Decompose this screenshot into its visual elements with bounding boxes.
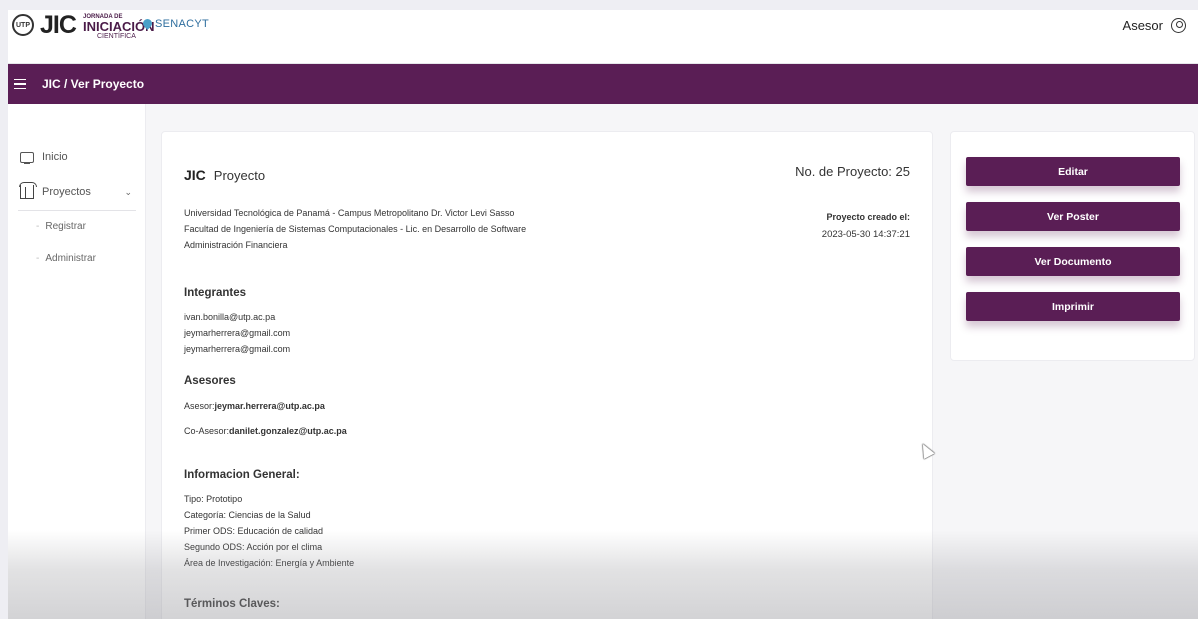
project-university: Universidad Tecnológica de Panamá - Camp… — [184, 208, 515, 218]
sidebar-subitem-administrar[interactable]: Administrar — [36, 253, 96, 264]
info-area: Área de Investigación: Energía y Ambient… — [184, 558, 355, 568]
info-categoria: Categoría: Ciencias de la Salud — [184, 510, 311, 520]
senacyt-text: SENACYT — [155, 18, 210, 30]
view-poster-button[interactable]: Ver Poster — [966, 202, 1180, 231]
sidebar-item-inicio[interactable]: Inicio — [8, 144, 146, 170]
sidebar-item-proyectos[interactable]: Proyectos ⌄ — [8, 179, 146, 205]
coasesor-email: danilet.gonzalez@utp.ac.pa — [229, 426, 347, 436]
coasesor-label: Co-Asesor: — [184, 426, 230, 436]
menu-icon[interactable] — [14, 79, 26, 89]
asesor-email: jeymar.herrera@utp.ac.pa — [214, 401, 325, 411]
project-name: Administración Financiera — [184, 240, 288, 250]
monitor-icon — [20, 151, 34, 164]
integrante-email: jeymarherrera@gmail.com — [184, 328, 291, 338]
project-heading: JIC Proyecto — [184, 167, 265, 183]
coasesor-line: Co-Asesor:danilet.gonzalez@utp.ac.pa — [184, 423, 347, 439]
integrantes-list: ivan.bonilla@utp.ac.pa jeymarherrera@gma… — [184, 309, 290, 357]
info-title: Informacion General: — [184, 469, 300, 481]
keywords-title: Términos Claves: — [184, 598, 280, 610]
top-header: UTP JIC JORNADA DE INICIACIÓN CIENTÍFICA… — [8, 10, 1198, 64]
utp-seal-logo: UTP — [12, 14, 34, 36]
created-date: 2023-05-30 14:37:21 — [821, 229, 910, 240]
info-list: Tipo: Prototipo Categoría: Ciencias de l… — [184, 491, 354, 571]
asesor-line: Asesor:jeymar.herrera@utp.ac.pa — [184, 398, 325, 414]
jic-label: JIC — [184, 167, 206, 183]
sidebar-subitem-registrar[interactable]: Registrar — [36, 221, 86, 232]
view-document-button[interactable]: Ver Documento — [966, 247, 1180, 276]
sidebar-item-label: Inicio — [42, 151, 68, 163]
project-number: No. de Proyecto: 25 — [795, 164, 910, 179]
project-info-lines: Universidad Tecnológica de Panamá - Camp… — [184, 205, 526, 253]
senacyt-logo: SENACYT — [141, 17, 210, 30]
sidebar: Inicio Proyectos ⌄ Registrar Administrar — [8, 104, 146, 619]
chevron-down-icon: ⌄ — [124, 186, 132, 197]
columns-icon — [19, 182, 37, 199]
integrante-email: jeymarherrera@gmail.com — [184, 344, 291, 354]
project-faculty: Facultad de Ingeniería de Sistemas Compu… — [184, 224, 527, 234]
sidebar-divider — [18, 210, 136, 211]
integrante-email: ivan.bonilla@utp.ac.pa — [184, 312, 276, 322]
info-segundo-ods: Segundo ODS: Acción por el clima — [184, 542, 323, 552]
senacyt-drop-icon — [141, 17, 154, 30]
project-number-value: 25 — [895, 164, 910, 179]
created-label: Proyecto creado el: — [826, 212, 910, 222]
project-number-label: No. de Proyecto: — [795, 164, 892, 179]
sidebar-item-label: Proyectos — [42, 186, 91, 198]
asesores-title: Asesores — [184, 375, 236, 387]
edit-button[interactable]: Editar — [966, 157, 1180, 186]
integrantes-title: Integrantes — [184, 287, 246, 299]
user-role-label: Asesor — [1122, 18, 1163, 33]
info-primer-ods: Primer ODS: Educación de calidad — [184, 526, 324, 536]
user-icon[interactable] — [1171, 18, 1186, 33]
jic-logo: JIC — [40, 11, 77, 39]
user-menu[interactable]: Asesor — [1123, 18, 1186, 33]
info-tipo: Tipo: Prototipo — [184, 494, 243, 504]
cientifica-text: CIENTÍFICA — [97, 33, 136, 40]
print-button[interactable]: Imprimir — [966, 292, 1180, 321]
breadcrumb: JIC / Ver Proyecto — [42, 77, 145, 91]
actions-card: Editar Ver Poster Ver Documento Imprimir — [950, 131, 1195, 361]
project-title: Proyecto — [213, 168, 266, 183]
app-frame: UTP JIC JORNADA DE INICIACIÓN CIENTÍFICA… — [8, 10, 1198, 619]
nav-bar: JIC / Ver Proyecto — [8, 64, 1198, 104]
project-card: JIC Proyecto No. de Proyecto: 25 Univers… — [161, 131, 933, 619]
asesor-label: Asesor: — [184, 401, 215, 411]
